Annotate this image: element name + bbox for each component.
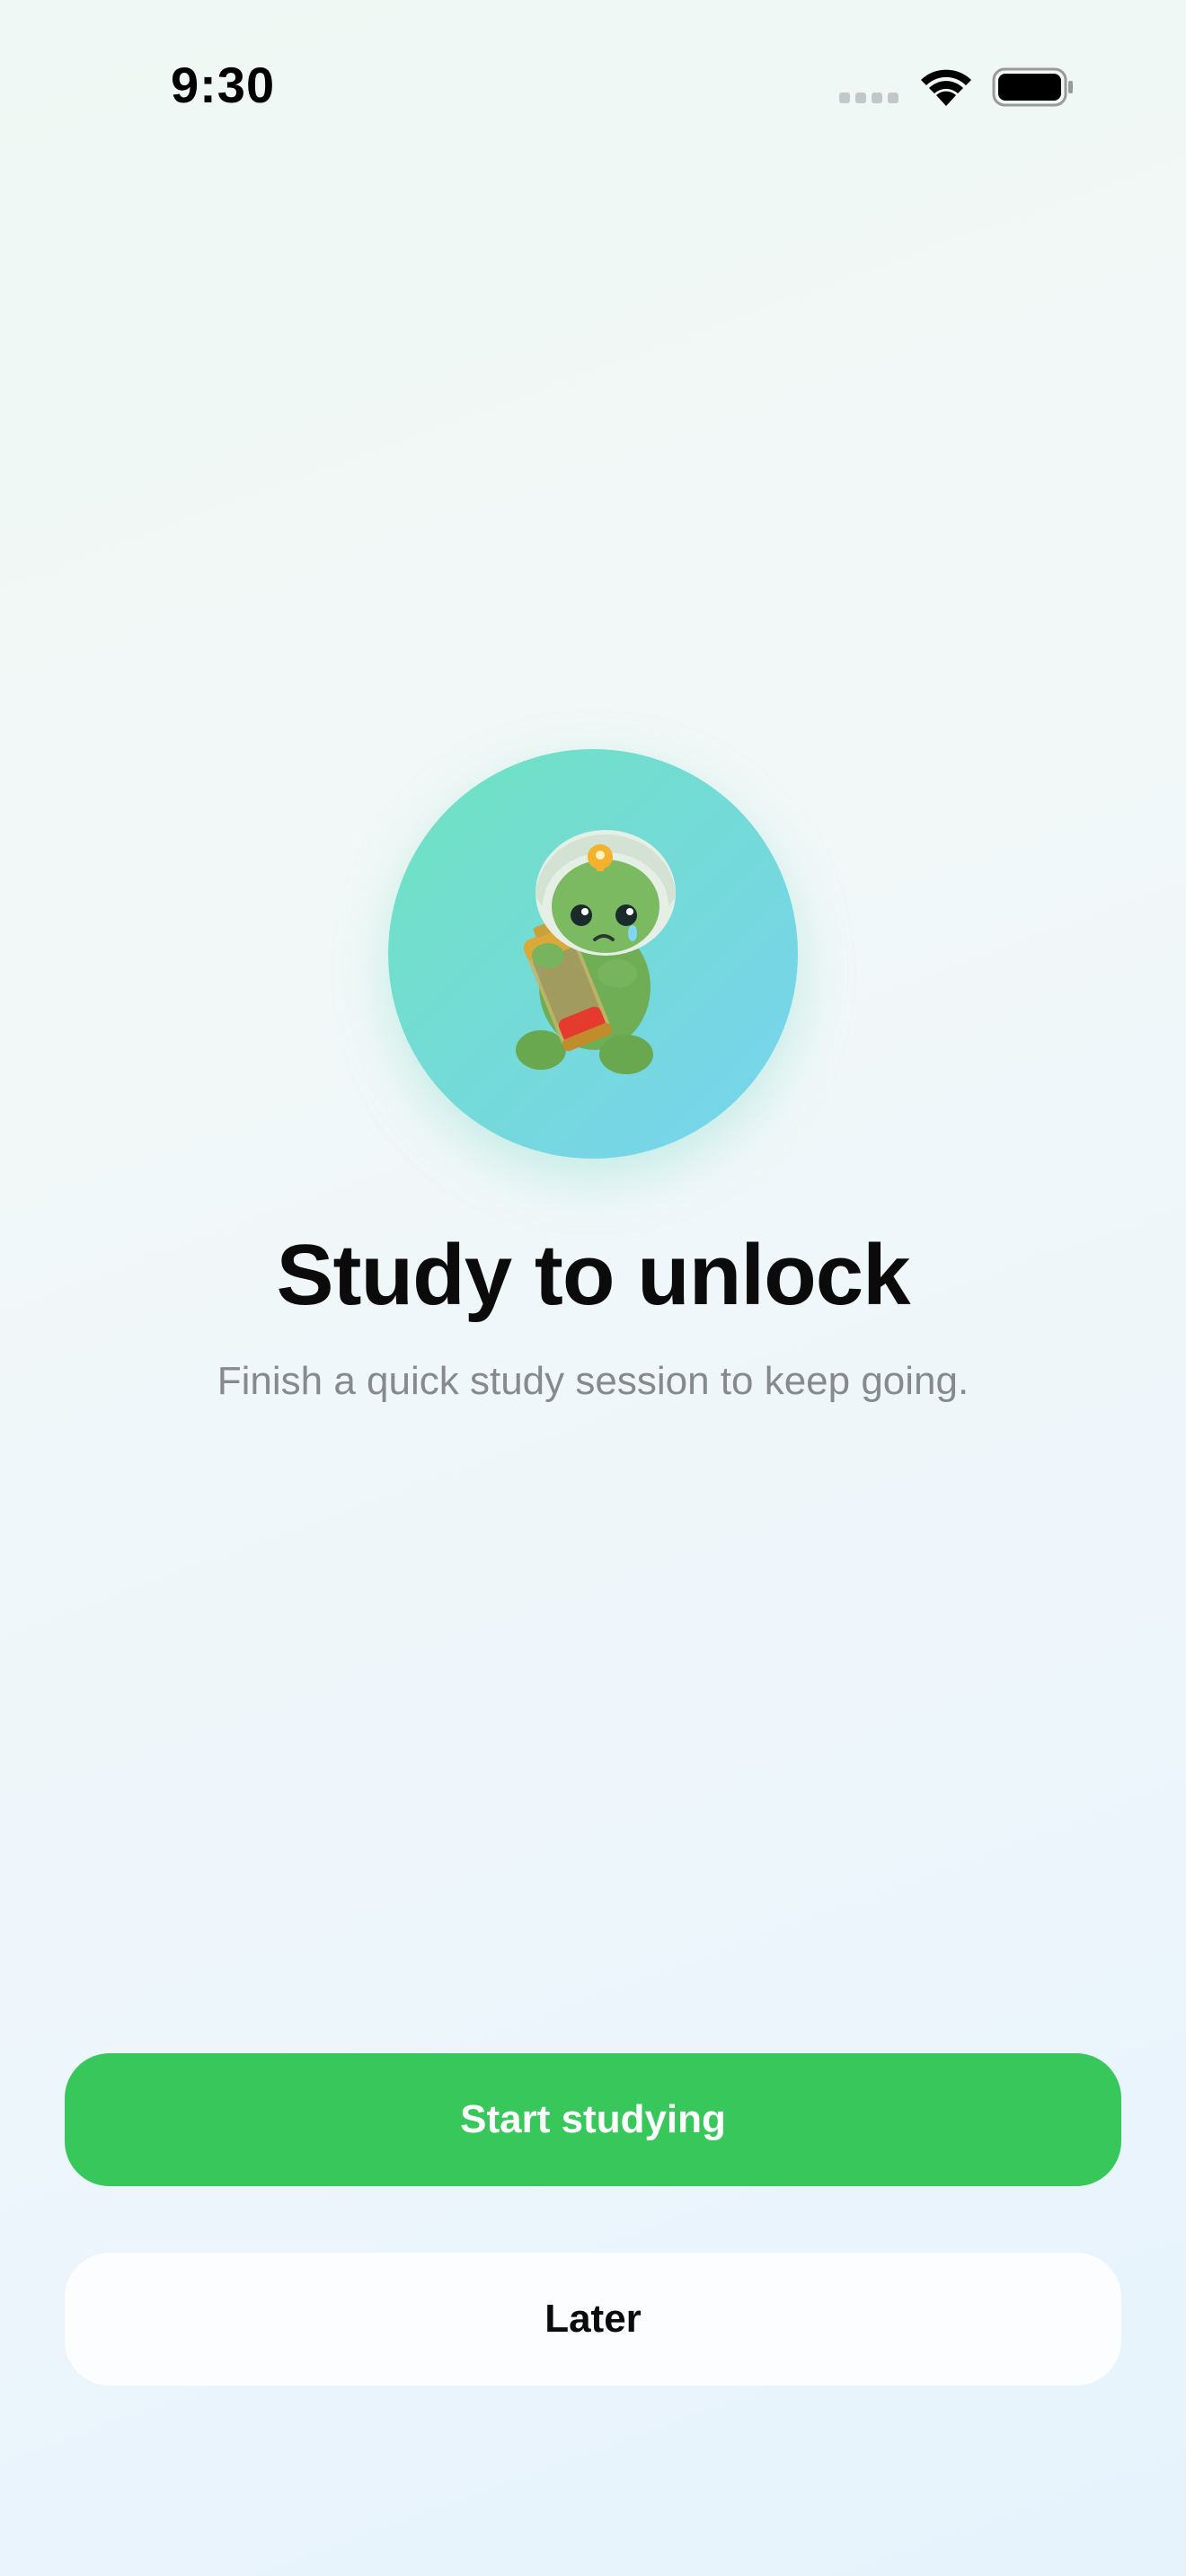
later-button[interactable]: Later	[65, 2253, 1121, 2386]
battery-icon	[992, 67, 1073, 107]
hero-illustration	[388, 749, 798, 1159]
status-time: 9:30	[171, 57, 276, 113]
start-studying-button[interactable]: Start studying	[65, 2053, 1121, 2186]
page-subtitle: Finish a quick study session to keep goi…	[217, 1359, 969, 1403]
mascot-icon	[516, 830, 676, 1074]
wifi-icon	[921, 69, 971, 106]
page-title: Study to unlock	[276, 1227, 911, 1323]
cellular-signal-icon	[839, 93, 898, 103]
status-bar: 9:30	[0, 0, 1186, 180]
